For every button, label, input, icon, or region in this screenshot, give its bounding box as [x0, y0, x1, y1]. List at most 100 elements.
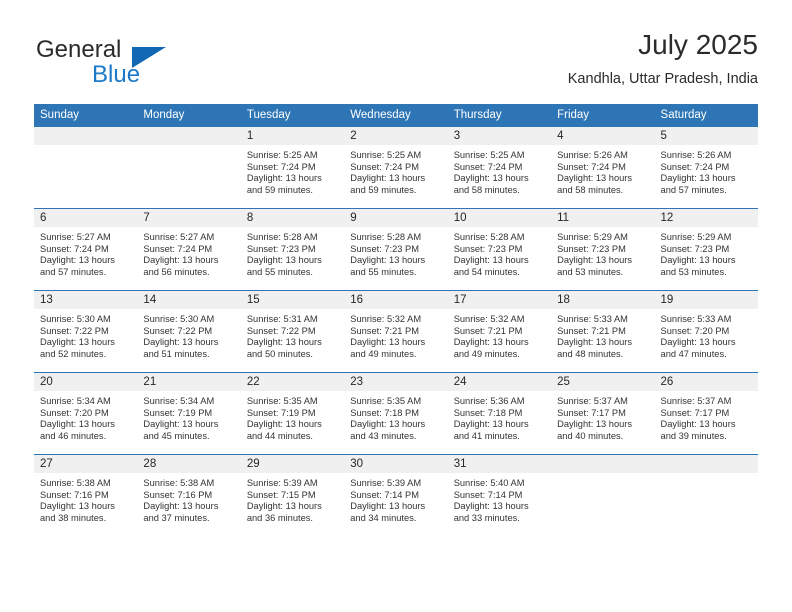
day-cell[interactable]: [551, 454, 655, 536]
day-cell[interactable]: 21 Sunrise: 5:34 AM Sunset: 7:19 PM Dayligh…: [137, 372, 241, 454]
day-cell[interactable]: [654, 454, 758, 536]
day-cell[interactable]: 27 Sunrise: 5:38 AM Sunset: 7:16 PM Dayligh…: [34, 454, 138, 536]
sunset-text: Sunset: 7:24 PM: [453, 161, 523, 172]
sunset-text: Sunset: 7:16 PM: [40, 489, 109, 500]
calendar-header-row: Sunday Monday Tuesday Wednesday Thursday…: [34, 104, 758, 126]
calendar-page: General Blue July 2025 Kandhla, Uttar Pr…: [0, 0, 792, 612]
daylight-text-line1: Daylight: 13 hours: [350, 173, 426, 184]
day-number: 3: [447, 127, 552, 145]
daylight-text-line1: Daylight: 13 hours: [246, 501, 322, 512]
sunrise-text: Sunrise: 5:31 AM: [246, 314, 318, 324]
day-cell[interactable]: 9 Sunrise: 5:28 AM Sunset: 7:23 PM Daylight…: [344, 208, 448, 290]
sunrise-text: Sunrise: 5:32 AM: [350, 314, 422, 324]
daylight-text-line1: Daylight: 13 hours: [453, 173, 529, 184]
daylight-text-line1: Daylight: 13 hours: [246, 419, 322, 430]
day-details: Sunrise: 5:27 AM Sunset: 7:24 PM Daylight:…: [34, 227, 137, 278]
day-cell[interactable]: 24 Sunrise: 5:36 AM Sunset: 7:18 PM Dayligh…: [447, 372, 552, 454]
day-cell[interactable]: 28 Sunrise: 5:38 AM Sunset: 7:16 PM Dayligh…: [137, 454, 241, 536]
day-number: 6: [34, 209, 138, 227]
day-cell[interactable]: 16 Sunrise: 5:32 AM Sunset: 7:21 PM Dayligh…: [344, 290, 448, 372]
sunset-text: Sunset: 7:22 PM: [143, 325, 213, 336]
day-cell[interactable]: 5 Sunrise: 5:26 AM Sunset: 7:24 PM Daylight…: [654, 126, 758, 208]
day-number: 11: [551, 209, 655, 227]
day-number: 29: [240, 455, 345, 473]
day-cell[interactable]: 25 Sunrise: 5:37 AM Sunset: 7:17 PM Dayligh…: [551, 372, 655, 454]
day-details: Sunrise: 5:33 AM Sunset: 7:20 PM Daylight:…: [655, 309, 758, 360]
daylight-text-line2: and 58 minutes.: [453, 184, 520, 195]
day-cell[interactable]: 26 Sunrise: 5:37 AM Sunset: 7:17 PM Dayligh…: [654, 372, 758, 454]
logo-text-blue: Blue: [92, 61, 141, 88]
day-details: Sunrise: 5:35 AM Sunset: 7:18 PM Daylight:…: [344, 391, 447, 442]
daylight-text-line2: and 41 minutes.: [453, 430, 520, 441]
day-number: 2: [344, 127, 448, 145]
daylight-text-line1: Daylight: 13 hours: [143, 419, 219, 430]
day-number: 13: [34, 291, 138, 309]
day-cell[interactable]: 20 Sunrise: 5:34 AM Sunset: 7:20 PM Dayligh…: [34, 372, 138, 454]
sunrise-text: Sunrise: 5:40 AM: [453, 478, 525, 488]
day-cell[interactable]: 6 Sunrise: 5:27 AM Sunset: 7:24 PM Daylight…: [34, 208, 138, 290]
day-number: 16: [344, 291, 448, 309]
day-cell[interactable]: 10 Sunrise: 5:28 AM Sunset: 7:23 PM Dayligh…: [447, 208, 552, 290]
daylight-text-line2: and 47 minutes.: [660, 348, 727, 359]
daylight-text-line2: and 37 minutes.: [143, 512, 210, 523]
day-details: Sunrise: 5:40 AM Sunset: 7:14 PM Daylight:…: [448, 473, 551, 524]
sunrise-text: Sunrise: 5:29 AM: [660, 232, 732, 242]
day-cell[interactable]: [34, 126, 138, 208]
daylight-text-line1: Daylight: 13 hours: [350, 255, 426, 266]
day-cell[interactable]: 23 Sunrise: 5:35 AM Sunset: 7:18 PM Dayligh…: [344, 372, 448, 454]
sunset-text: Sunset: 7:24 PM: [660, 161, 730, 172]
weekday-header-tuesday: Tuesday: [240, 104, 345, 126]
daylight-text-line2: and 52 minutes.: [40, 348, 107, 359]
day-cell[interactable]: [137, 126, 241, 208]
day-cell[interactable]: 12 Sunrise: 5:29 AM Sunset: 7:23 PM Dayligh…: [654, 208, 758, 290]
day-cell[interactable]: 4 Sunrise: 5:26 AM Sunset: 7:24 PM Daylight…: [551, 126, 655, 208]
day-cell[interactable]: 8 Sunrise: 5:28 AM Sunset: 7:23 PM Daylight…: [240, 208, 345, 290]
calendar-table: Sunday Monday Tuesday Wednesday Thursday…: [34, 104, 758, 536]
day-cell[interactable]: 2 Sunrise: 5:25 AM Sunset: 7:24 PM Daylight…: [344, 126, 448, 208]
daylight-text-line2: and 44 minutes.: [246, 430, 313, 441]
sunrise-text: Sunrise: 5:33 AM: [660, 314, 732, 324]
daylight-text-line1: Daylight: 13 hours: [557, 419, 633, 430]
day-details: Sunrise: 5:39 AM Sunset: 7:14 PM Daylight:…: [344, 473, 447, 524]
day-cell[interactable]: 7 Sunrise: 5:27 AM Sunset: 7:24 PM Daylight…: [137, 208, 241, 290]
daylight-text-line1: Daylight: 13 hours: [40, 255, 115, 266]
day-cell[interactable]: 29 Sunrise: 5:39 AM Sunset: 7:15 PM Dayligh…: [240, 454, 345, 536]
daylight-text-line2: and 34 minutes.: [350, 512, 417, 523]
daylight-text-line2: and 56 minutes.: [143, 266, 210, 277]
sunset-text: Sunset: 7:24 PM: [246, 161, 316, 172]
logo-text-general: General: [36, 36, 122, 63]
day-cell[interactable]: 30 Sunrise: 5:39 AM Sunset: 7:14 PM Dayligh…: [344, 454, 448, 536]
weekday-header-wednesday: Wednesday: [344, 104, 448, 126]
daylight-text-line2: and 58 minutes.: [557, 184, 624, 195]
sunrise-text: Sunrise: 5:25 AM: [350, 150, 422, 160]
sunrise-text: Sunrise: 5:27 AM: [40, 232, 111, 242]
day-number: 7: [137, 209, 241, 227]
general-blue-logo[interactable]: General Blue: [34, 36, 264, 92]
day-cell[interactable]: 11 Sunrise: 5:29 AM Sunset: 7:23 PM Dayligh…: [551, 208, 655, 290]
day-cell[interactable]: 15 Sunrise: 5:31 AM Sunset: 7:22 PM Dayligh…: [240, 290, 345, 372]
day-cell[interactable]: 13 Sunrise: 5:30 AM Sunset: 7:22 PM Dayligh…: [34, 290, 138, 372]
sunset-text: Sunset: 7:23 PM: [350, 243, 419, 254]
daylight-text-line2: and 46 minutes.: [40, 430, 107, 441]
day-cell[interactable]: 17 Sunrise: 5:32 AM Sunset: 7:21 PM Dayligh…: [447, 290, 552, 372]
day-details: Sunrise: 5:32 AM Sunset: 7:21 PM Daylight:…: [448, 309, 551, 360]
day-cell[interactable]: 31 Sunrise: 5:40 AM Sunset: 7:14 PM Dayligh…: [447, 454, 552, 536]
day-cell[interactable]: 19 Sunrise: 5:33 AM Sunset: 7:20 PM Dayligh…: [654, 290, 758, 372]
day-cell[interactable]: 14 Sunrise: 5:30 AM Sunset: 7:22 PM Dayligh…: [137, 290, 241, 372]
day-details: Sunrise: 5:27 AM Sunset: 7:24 PM Daylight:…: [137, 227, 240, 278]
sunrise-text: Sunrise: 5:27 AM: [143, 232, 215, 242]
daylight-text-line2: and 55 minutes.: [246, 266, 313, 277]
day-number: 25: [551, 373, 655, 391]
daylight-text-line2: and 54 minutes.: [453, 266, 520, 277]
day-number: 23: [344, 373, 448, 391]
daylight-text-line2: and 53 minutes.: [660, 266, 727, 277]
day-details: Sunrise: 5:33 AM Sunset: 7:21 PM Daylight:…: [551, 309, 654, 360]
day-cell[interactable]: 22 Sunrise: 5:35 AM Sunset: 7:19 PM Dayligh…: [240, 372, 345, 454]
day-cell[interactable]: 18 Sunrise: 5:33 AM Sunset: 7:21 PM Dayligh…: [551, 290, 655, 372]
sunset-text: Sunset: 7:19 PM: [143, 407, 213, 418]
day-cell[interactable]: 3 Sunrise: 5:25 AM Sunset: 7:24 PM Daylight…: [447, 126, 552, 208]
day-number: 12: [654, 209, 758, 227]
day-cell[interactable]: 1 Sunrise: 5:25 AM Sunset: 7:24 PM Daylight…: [240, 126, 345, 208]
sunset-text: Sunset: 7:22 PM: [246, 325, 316, 336]
sunrise-text: Sunrise: 5:36 AM: [453, 396, 525, 406]
